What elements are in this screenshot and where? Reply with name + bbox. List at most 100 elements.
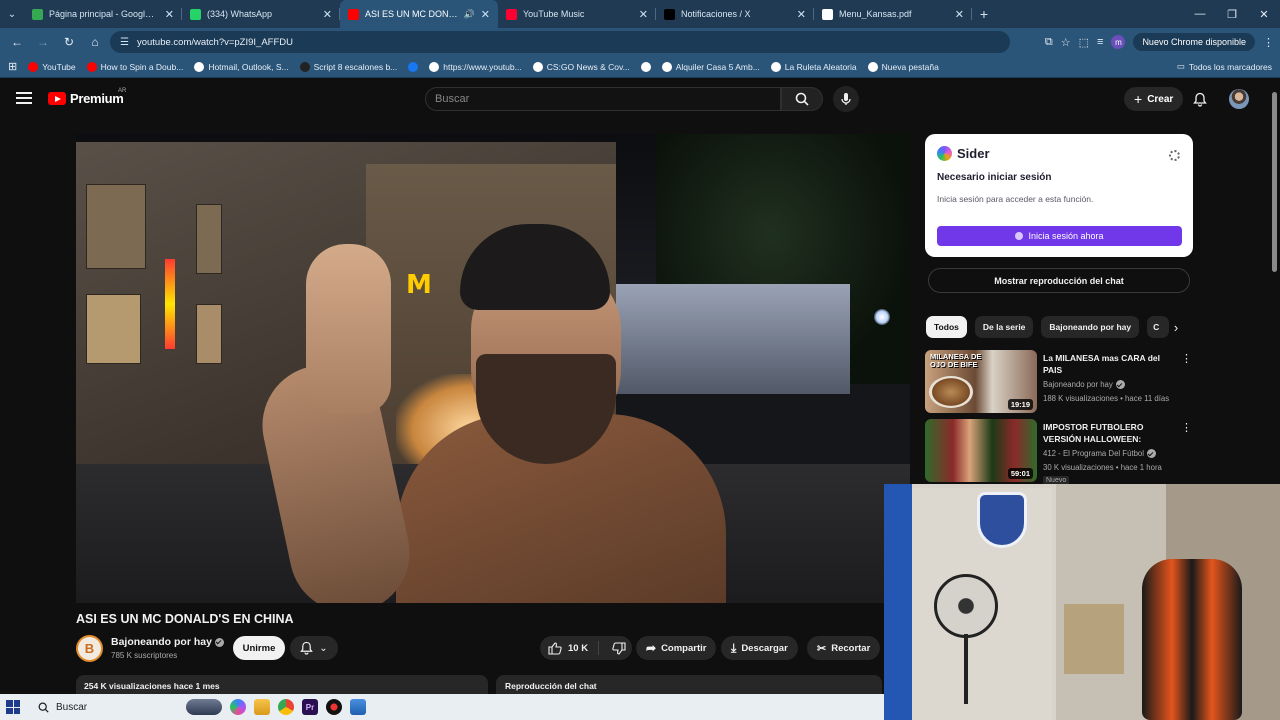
account-avatar[interactable] [1229,89,1249,109]
new-tab-button[interactable]: + [972,6,996,22]
reading-list-icon[interactable]: ≡ [1097,36,1103,48]
file-explorer-icon[interactable] [254,699,270,715]
bookmark-item[interactable]: Alquiler Casa 5 Amb... [661,61,760,72]
browser-tab[interactable]: Página principal - Google Drive ✕ [24,0,182,28]
premiere-icon[interactable]: Pr [302,699,318,715]
tab-search-icon[interactable]: ⌄ [0,0,24,28]
clip-button[interactable]: ✂ Recortar [807,636,881,660]
youtube-logo[interactable]: Premium AR [48,88,126,106]
search-input[interactable]: Buscar [425,87,781,111]
browser-tab[interactable]: Menu_Kansas.pdf ✕ [814,0,972,28]
bookmark-item[interactable] [640,61,651,72]
video-thumbnail[interactable]: 59:01 [925,419,1037,482]
bookmark-item[interactable] [408,61,419,72]
bookmark-item[interactable]: How to Spin a Doub... [86,61,184,72]
dislike-button[interactable] [604,641,634,655]
back-icon[interactable]: ← [6,31,28,53]
calculator-icon[interactable] [350,699,366,715]
search-placeholder: Buscar [435,93,470,105]
news-widget-icon[interactable] [186,699,222,715]
minimize-icon[interactable]: — [1184,0,1216,28]
scissors-icon: ✂ [817,642,827,655]
bookmark-item[interactable]: Hotmail, Outlook, S... [194,61,289,72]
browser-tab[interactable]: ASI ES UN MC DONALD'S E 🔊 ✕ [340,0,498,28]
bookmark-item[interactable]: Nueva pestaña [867,61,939,72]
video-frame-window [86,294,141,364]
forward-icon[interactable]: → [32,31,54,53]
all-bookmarks[interactable]: ▭ Todos los marcadores [1177,61,1272,72]
filter-chip[interactable]: Bajoneando por hay [1041,316,1140,338]
bookmark-item[interactable]: Script 8 escalones b... [299,61,397,72]
video-title: La MILANESA mas CARA del PAIS [1043,353,1160,375]
bell-icon [300,641,314,655]
app-icon[interactable] [326,699,342,715]
recommendation-item[interactable]: MILANESA DE OJO DE BIFE 19:19 La MILANES… [925,350,1192,414]
voice-search-button[interactable] [833,86,859,112]
show-chat-replay-button[interactable]: Mostrar reproducción del chat [928,268,1190,293]
browser-tab[interactable]: Notificaciones / X ✕ [656,0,814,28]
close-tab-icon[interactable]: ✕ [639,8,648,21]
chat-replay-title: Reproducción del chat [505,681,597,691]
site-info-icon[interactable]: ☰ [120,37,129,48]
subscription-bell-button[interactable]: ⌄ [290,636,338,660]
close-tab-icon[interactable]: ✕ [323,8,332,21]
browser-tab[interactable]: (334) WhatsApp ✕ [182,0,340,28]
more-options-icon[interactable]: ⋮ [1181,352,1192,365]
speaker-icon[interactable]: 🔊 [464,9,475,20]
recommendation-item[interactable]: 59:01 IMPOSTOR FUTBOLERO VERSIÓN HALLOWE… [925,419,1192,485]
video-thumbnail[interactable]: MILANESA DE OJO DE BIFE 19:19 [925,350,1037,413]
channel-name: Bajoneando por hay [111,636,212,648]
create-button[interactable]: + Crear [1124,87,1184,111]
reload-icon[interactable]: ↻ [58,31,80,53]
more-options-icon[interactable]: ⋮ [1181,421,1192,434]
video-frame-neon-sign [165,259,175,349]
channel-avatar[interactable]: B [76,635,103,662]
windows-start-icon[interactable] [6,700,20,714]
close-tab-icon[interactable]: ✕ [481,8,490,21]
copilot-icon[interactable] [230,699,246,715]
apps-grid-icon[interactable]: ⊞ [8,60,17,73]
like-button[interactable]: 10 K [540,641,600,655]
tab-title: Menu_Kansas.pdf [839,9,912,19]
video-player[interactable]: M [76,134,910,603]
notifications-button[interactable] [1190,89,1210,109]
bookmark-label: How to Spin a Doub... [100,61,184,72]
search-button[interactable] [781,87,823,111]
tabs: Página principal - Google Drive✕(334) Wh… [24,0,972,28]
close-tab-icon[interactable]: ✕ [955,8,964,21]
menu-kebab-icon[interactable]: ⋮ [1263,36,1274,49]
taskbar-search[interactable]: Buscar [28,697,178,717]
home-icon[interactable]: ⌂ [84,31,106,53]
close-tab-icon[interactable]: ✕ [165,8,174,21]
hamburger-menu-icon[interactable] [16,92,32,104]
profile-avatar[interactable]: m [1111,35,1126,49]
screen: ⌄ Página principal - Google Drive✕(334) … [0,0,1280,720]
join-button[interactable]: Unirme [233,636,285,660]
chrome-icon[interactable] [278,699,294,715]
filter-chip[interactable]: De la serie [974,316,1034,338]
extensions-icon[interactable]: ⬚ [1079,36,1089,49]
address-bar[interactable]: ☰ youtube.com/watch?v=pZI9I_AFFDU [110,31,1010,53]
close-tab-icon[interactable]: ✕ [797,8,806,21]
bookmark-item[interactable]: https://www.youtub... [429,61,522,72]
browser-tab[interactable]: YouTube Music ✕ [498,0,656,28]
share-button[interactable]: ➦ Compartir [636,636,717,660]
bookmark-star-icon[interactable]: ☆ [1061,36,1071,49]
bookmark-label: https://www.youtub... [443,61,522,72]
filter-chip[interactable]: C [1147,316,1170,338]
download-button[interactable]: ⤓ Descargar [721,636,798,660]
scrollbar-thumb[interactable] [1272,92,1277,272]
filter-chip[interactable]: Todos [926,316,967,338]
bookmark-item[interactable]: CS:GO News & Cov... [532,61,630,72]
close-window-icon[interactable]: ✕ [1248,0,1280,28]
channel-name-row[interactable]: Bajoneando por hay [111,636,224,648]
bookmark-item[interactable]: YouTube [28,61,76,72]
gear-icon[interactable] [1169,150,1180,161]
install-icon[interactable]: ⧉ [1045,36,1053,49]
update-chrome-button[interactable]: Nuevo Chrome disponible [1133,33,1255,51]
bookmark-item[interactable]: La Ruleta Aleatoria [770,61,857,72]
sider-login-button[interactable]: Inicia sesión ahora [937,226,1182,246]
bookmark-favicon-icon [867,61,878,72]
chevron-right-icon[interactable]: › [1168,319,1184,335]
maximize-icon[interactable]: ❐ [1216,0,1248,28]
